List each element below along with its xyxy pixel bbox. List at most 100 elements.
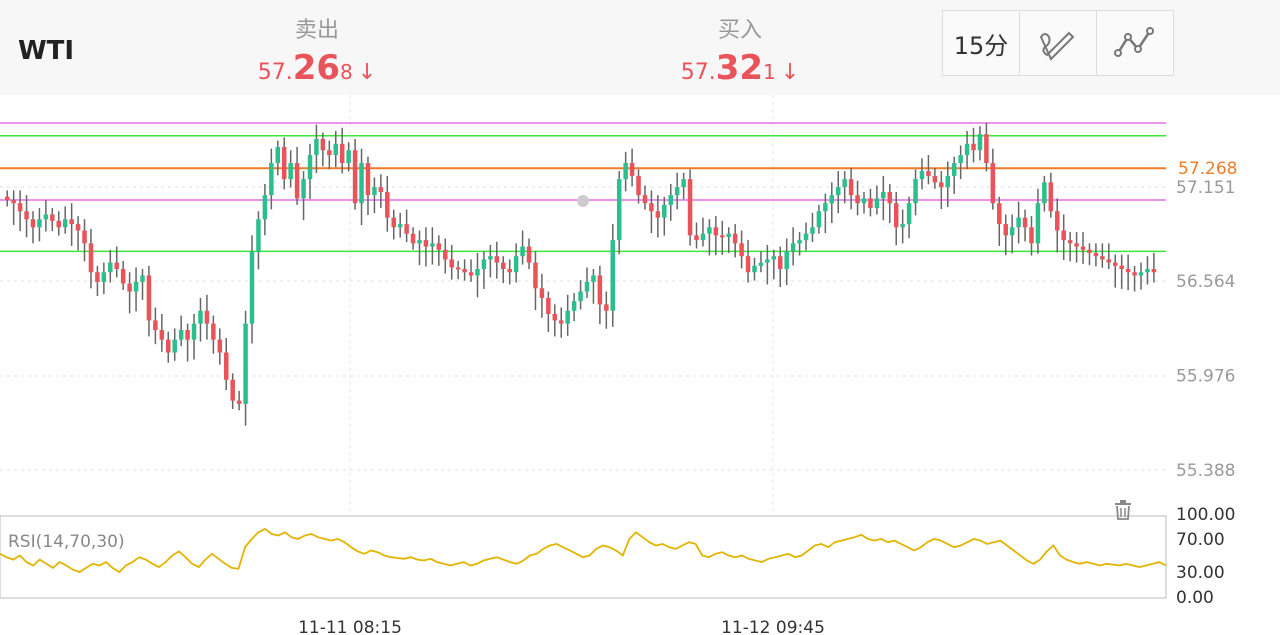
candle-body <box>951 163 957 176</box>
candle-body <box>958 155 963 164</box>
buy-quote[interactable]: 买入 57.321 ↓ <box>640 12 840 88</box>
candle-body <box>694 235 699 241</box>
pen-draw-icon[interactable] <box>1020 11 1097 75</box>
candle-body <box>301 179 306 199</box>
candle-body <box>668 195 674 205</box>
rsi-series <box>0 527 1167 574</box>
candle-body <box>1003 224 1008 236</box>
price-tick-label: 55.976 <box>1176 367 1235 387</box>
line-indicator-icon[interactable] <box>1097 11 1173 75</box>
candle-body <box>874 198 880 209</box>
candle-body <box>146 275 152 321</box>
candle-body <box>803 233 809 241</box>
candle-body <box>37 219 42 228</box>
sell-quote[interactable]: 卖出 57.268 ↓ <box>217 12 417 88</box>
time-tick-label: 11-11 08:15 <box>298 618 402 635</box>
crosshair-dot[interactable] <box>577 195 589 207</box>
candle-body <box>823 203 828 212</box>
candle-body <box>732 233 738 244</box>
candle-body <box>939 182 944 188</box>
candle-body <box>558 320 564 324</box>
candle-body <box>926 171 931 176</box>
candle-body <box>191 323 197 340</box>
candle-body <box>262 195 268 220</box>
candle-body <box>166 339 171 353</box>
candle-body <box>127 283 132 292</box>
candle-body <box>320 139 326 151</box>
buy-price-int: 57. <box>680 60 716 85</box>
candle-body <box>932 175 938 183</box>
candle-body <box>1138 272 1144 276</box>
chart-grid <box>0 95 1166 515</box>
candle-body <box>372 187 377 196</box>
candle-body <box>1106 259 1112 263</box>
candle-body <box>185 330 190 340</box>
candle-body <box>881 191 886 199</box>
candle-body <box>449 259 454 268</box>
candle-body <box>887 191 893 204</box>
candle-body <box>533 262 538 289</box>
candle-body <box>906 203 912 225</box>
candle-body <box>977 134 983 151</box>
candle-body <box>1009 227 1015 236</box>
candle-body <box>829 195 835 204</box>
candle-body <box>778 256 783 270</box>
candle-body <box>1119 265 1124 270</box>
sell-label: 卖出 <box>294 18 339 43</box>
candle-body <box>642 195 648 204</box>
sell-price-last: 8 <box>340 60 353 84</box>
rsi-tick-label: 70.00 <box>1176 530 1225 550</box>
candle-body <box>236 400 242 404</box>
candle-body <box>114 262 119 270</box>
buy-label: 买入 <box>717 18 762 43</box>
candle-body <box>288 163 293 180</box>
candle-body <box>397 224 403 228</box>
rsi-tick-label: 30.00 <box>1176 563 1225 583</box>
candle-body <box>82 230 87 244</box>
candle-body <box>597 275 603 305</box>
candle-body <box>739 243 744 257</box>
candle-body <box>1067 240 1073 244</box>
candle-body <box>984 134 989 164</box>
candle-body <box>417 240 422 244</box>
candle-body <box>919 171 925 180</box>
candle-body <box>520 246 525 257</box>
interval-button[interactable]: 15分 <box>943 11 1020 75</box>
candle-body <box>178 330 184 340</box>
candle-body <box>204 310 210 324</box>
candle-body <box>790 243 796 252</box>
candle-body <box>11 200 16 204</box>
candle-body <box>17 203 23 212</box>
candle-body <box>649 203 654 212</box>
candle-body <box>462 269 467 273</box>
candle-body <box>578 291 583 302</box>
candle-body <box>352 150 358 204</box>
candle-body <box>494 256 500 263</box>
symbol-title: WTI <box>18 36 75 66</box>
candle-body <box>913 179 918 204</box>
candle-body <box>443 249 448 260</box>
candle-body <box>623 163 628 180</box>
candle-body <box>1016 217 1021 228</box>
candle-body <box>1093 252 1099 257</box>
candle-body <box>900 224 905 228</box>
candle-body <box>281 147 287 180</box>
candle-body <box>552 313 558 321</box>
candle-body <box>810 227 815 234</box>
candle-body <box>359 163 364 204</box>
current-price-label: 57.268 <box>1178 159 1237 179</box>
rsi-label: RSI(14,70,30) <box>8 532 125 552</box>
candle-body <box>88 243 94 273</box>
candle-body <box>945 175 951 188</box>
candle-body <box>24 211 29 220</box>
rsi-tick-label: 100.00 <box>1176 505 1235 525</box>
candle-body <box>842 179 847 188</box>
candle-body <box>378 187 384 192</box>
candle-body <box>481 259 487 270</box>
candle-body <box>1100 256 1105 260</box>
rsi-tick-label: 0.00 <box>1176 588 1214 608</box>
candle-body <box>294 163 300 199</box>
candle-body <box>893 203 899 228</box>
candle-body <box>62 219 68 228</box>
price-chart[interactable]: 57.151 56.564 55.976 55.388 57.268 RSI(14,70… <box>0 95 1280 635</box>
